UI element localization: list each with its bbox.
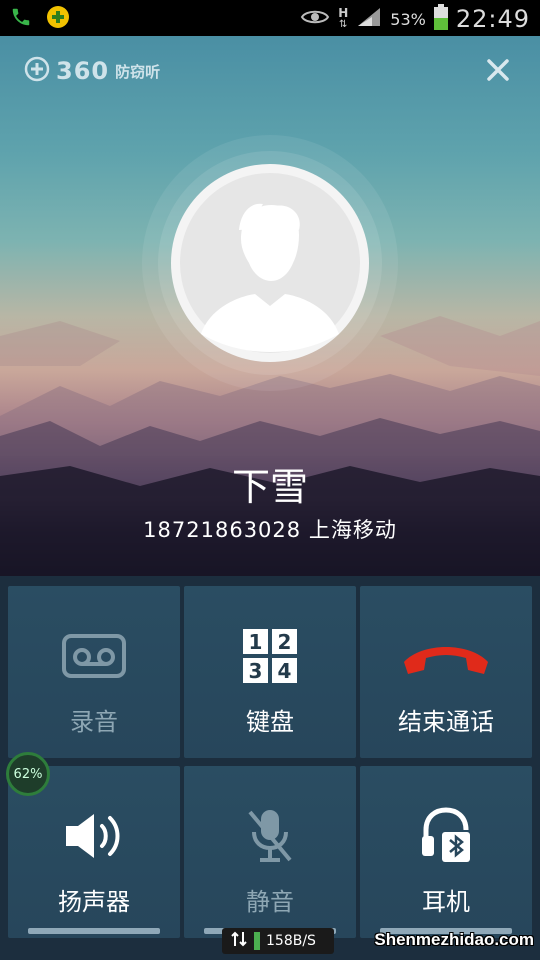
keypad-icon: 1 2 3 4 [184, 626, 356, 686]
signal-icon [356, 6, 382, 32]
mute-mic-icon [184, 806, 356, 866]
caller-panel: 360 防窃听 下雪 18721863028 上海移动 [0, 36, 540, 576]
caller-number-location: 18721863028 上海移动 [143, 518, 397, 542]
clock: 22:49 [455, 5, 530, 33]
network-speed: 158B/S [222, 928, 334, 954]
bluetooth-headset-icon [360, 806, 532, 866]
close-button[interactable] [484, 56, 512, 84]
speaker-indicator [28, 928, 160, 934]
headset-label: 耳机 [422, 888, 470, 916]
network-speed-value: 158B/S [266, 933, 316, 949]
key-3: 3 [249, 659, 263, 683]
data-type-icon: H ⇅ [338, 6, 349, 30]
headset-button[interactable]: 耳机 [360, 766, 532, 938]
speaker-label: 扬声器 [58, 888, 130, 916]
key-4: 4 [278, 659, 292, 683]
call-controls: 录音 1 2 3 4 键盘 结束通话 扬声器 静音 耳机 [0, 576, 540, 960]
speaker-icon [8, 806, 180, 866]
brand-text: 防窃听 [115, 62, 161, 81]
battery-percent: 53% [390, 9, 426, 29]
key-1: 1 [249, 630, 263, 654]
record-button[interactable]: 录音 [8, 586, 180, 758]
shield-plus-icon [24, 56, 50, 86]
close-icon [487, 59, 509, 81]
key-2: 2 [278, 630, 292, 654]
end-call-icon [360, 626, 532, 686]
end-call-label: 结束通话 [398, 708, 494, 736]
signal-bar-icon [254, 932, 260, 950]
battery-icon [433, 4, 448, 34]
progress-badge[interactable]: 62% [6, 752, 50, 796]
status-bar: H ⇅ 53% 22:49 [0, 0, 540, 36]
mute-button[interactable]: 静音 [184, 766, 356, 938]
phone-icon [10, 6, 32, 32]
tape-record-icon [8, 626, 180, 686]
keypad-label: 键盘 [246, 708, 294, 736]
brand-logo: 360 防窃听 [24, 56, 160, 86]
eye-icon [300, 6, 330, 32]
keypad-button[interactable]: 1 2 3 4 键盘 [184, 586, 356, 758]
plus-icon [46, 5, 70, 33]
watermark: Shenmezhidao.com [374, 930, 534, 949]
transfer-arrows-icon [230, 930, 248, 952]
caller-name: 下雪 [231, 465, 308, 509]
avatar [141, 134, 399, 392]
end-call-button[interactable]: 结束通话 [360, 586, 532, 758]
brand-number: 360 [56, 57, 110, 85]
record-label: 录音 [70, 708, 118, 736]
mute-label: 静音 [246, 888, 294, 916]
